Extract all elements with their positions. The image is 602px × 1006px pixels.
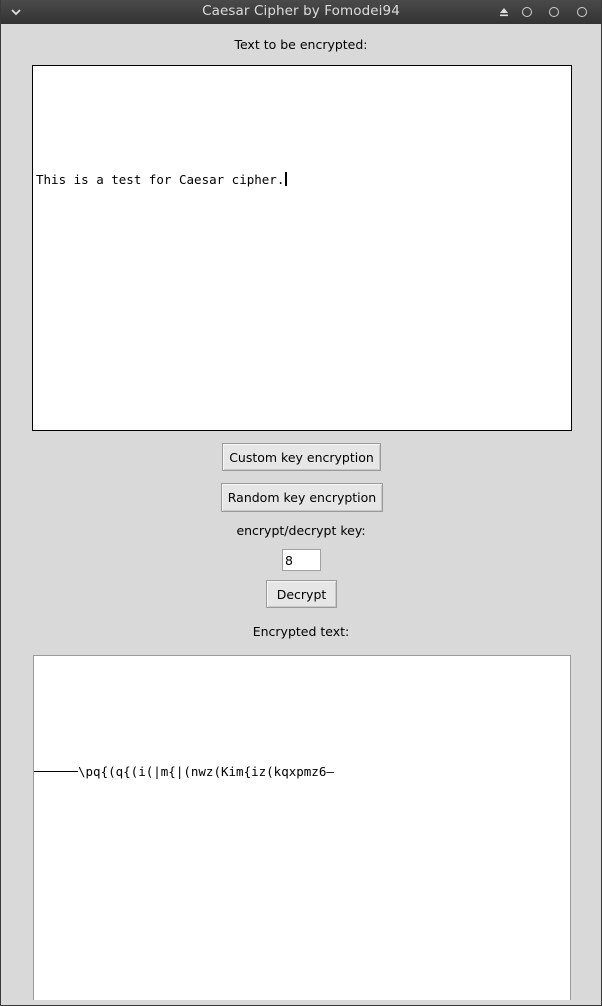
ciphertext-line: \pq{(q{(i(|m{|(nwz(Kim{iz(kqxpmz6— [34, 764, 334, 779]
random-key-encryption-button[interactable]: Random key encryption [221, 483, 383, 512]
plaintext-textarea[interactable]: This is a test for Caesar cipher. [32, 65, 572, 431]
plaintext-line: This is a test for Caesar cipher. [36, 172, 288, 187]
maximize-button[interactable] [547, 5, 561, 19]
ciphertext-content: \pq{(q{(i(|m{|(nwz(Kim{iz(kqxpmz6— [78, 764, 334, 779]
input-label: Text to be encrypted: [234, 37, 368, 52]
key-input[interactable]: 8 [282, 549, 321, 571]
title-bar: Caesar Cipher by Fomodei94 [1, 0, 601, 24]
circle-icon [522, 7, 532, 17]
minimize-button[interactable] [520, 5, 534, 19]
custom-key-encryption-button[interactable]: Custom key encryption [222, 443, 381, 471]
plaintext-content: This is a test for Caesar cipher. [36, 172, 285, 187]
close-button[interactable] [575, 5, 589, 19]
output-label: Encrypted text: [252, 624, 350, 639]
shade-up-icon [500, 8, 508, 17]
decrypt-button[interactable]: Decrypt [266, 580, 337, 608]
key-label: encrypt/decrypt key: [236, 523, 366, 538]
text-cursor [285, 172, 288, 186]
shade-button[interactable] [497, 5, 511, 19]
ciphertext-leading-glyphs [34, 771, 78, 772]
app-window: Caesar Cipher by Fomodei94 Text to be en… [0, 0, 602, 1006]
ciphertext-textarea[interactable]: \pq{(q{(i(|m{|(nwz(Kim{iz(kqxpmz6— [33, 655, 571, 1000]
window-title: Caesar Cipher by Fomodei94 [202, 3, 400, 19]
circle-icon [577, 7, 587, 17]
circle-icon [549, 7, 559, 17]
